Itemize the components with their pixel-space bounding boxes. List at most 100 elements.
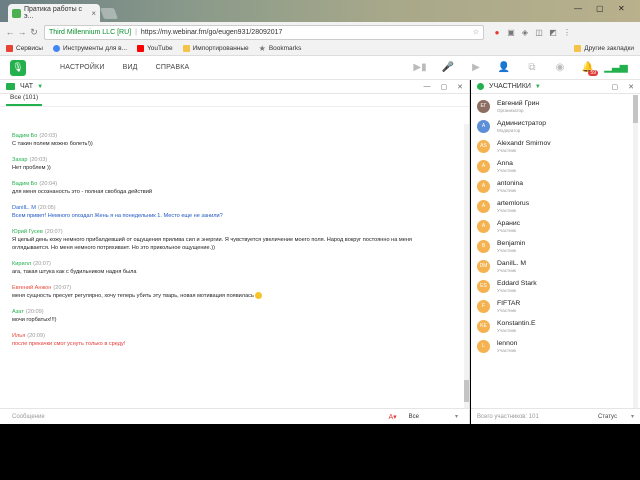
- chevron-down-icon[interactable]: ▼: [37, 84, 43, 90]
- back-icon[interactable]: ←: [4, 27, 16, 37]
- avatar: ES: [477, 279, 490, 293]
- message-author[interactable]: Вадим Бо: [12, 133, 37, 139]
- avatar: A: [477, 199, 490, 213]
- participant-role: Участник: [497, 167, 516, 173]
- participant-role: Участник: [497, 247, 516, 253]
- bookmark-bookmarks[interactable]: ★ Bookmarks: [259, 44, 302, 53]
- bookmark-imported[interactable]: Импортированные: [182, 45, 249, 52]
- minimize-icon[interactable]: —: [574, 4, 582, 13]
- chat-message: DaniIL. M (20:05) Всем привет! Немного оп…: [12, 204, 223, 220]
- opera-icon[interactable]: ●: [490, 28, 504, 37]
- tab-all[interactable]: Все (101): [6, 94, 43, 106]
- message-text: для меня осознаность это - полная свобод…: [12, 189, 152, 195]
- bookmark-youtube[interactable]: YouTube: [137, 45, 173, 52]
- recipient-select[interactable]: Все: [409, 414, 419, 420]
- apps-icon: [6, 45, 13, 52]
- close-window-icon[interactable]: ✕: [618, 4, 625, 13]
- add-user-icon[interactable]: 👤: [490, 62, 518, 73]
- panel-close-icon[interactable]: ✕: [628, 83, 634, 91]
- chat-message: Вадим Бо (20:03) С такин полем можно боле…: [12, 132, 93, 148]
- chat-message: Юрий Гусев (20:07) Я целый день кожу немн…: [12, 228, 412, 252]
- participant-name: DaniIL. M: [497, 259, 527, 267]
- chevron-down-icon[interactable]: ▾: [631, 413, 634, 420]
- participants-panel: УЧАСТНИКИ ▼ ▢ ✕ ЕГ Евгений Грин Организато…: [471, 80, 640, 424]
- message-author[interactable]: Вадим Бо: [12, 181, 37, 187]
- participant-row[interactable]: Llennon Участник: [471, 336, 633, 356]
- participant-row[interactable]: Aartemlorus Участник: [471, 196, 633, 216]
- scrollbar-thumb[interactable]: [633, 95, 638, 123]
- message-time: (20:07): [33, 261, 51, 267]
- message-time: (20:09): [25, 309, 44, 315]
- avatar: F: [477, 299, 490, 313]
- participant-row[interactable]: Aantonina Участник: [471, 176, 633, 196]
- record-icon[interactable]: ◉: [546, 62, 574, 73]
- screen-share-icon[interactable]: ⧉: [518, 62, 546, 73]
- microphone-icon[interactable]: 🎤: [434, 62, 462, 73]
- participant-row[interactable]: B Benjamin Участник: [471, 236, 633, 256]
- bookmark-services[interactable]: Сервисы: [6, 45, 43, 52]
- message-input[interactable]: Сообщение: [12, 414, 45, 420]
- participants-title[interactable]: УЧАСТНИКИ: [489, 83, 531, 90]
- menu-dots-icon[interactable]: ⋮: [560, 28, 574, 37]
- extension-icon-2[interactable]: ◈: [518, 28, 532, 37]
- text-format-icon[interactable]: A▾: [388, 413, 396, 421]
- notification-badge: 59: [588, 70, 598, 76]
- message-time: (20:07): [53, 285, 72, 291]
- menu-settings[interactable]: НАСТРОЙКИ: [60, 64, 105, 71]
- menu-view[interactable]: ВИД: [123, 64, 138, 71]
- participant-row[interactable]: A Аранис Участник: [471, 216, 633, 236]
- message-author[interactable]: DaniIL. M: [12, 205, 36, 211]
- participant-row[interactable]: DM DaniIL. M Участник: [471, 256, 633, 276]
- participant-role: Участник: [497, 267, 516, 273]
- participant-row[interactable]: ЕГ Евгений Грин Организатор: [471, 96, 633, 116]
- chevron-down-icon[interactable]: ▼: [535, 84, 541, 90]
- chat-header: ЧАТ ▼ — ▢ ✕: [0, 80, 469, 94]
- extension-icon-3[interactable]: ◫: [532, 28, 546, 37]
- participant-row[interactable]: ES Eddard Stark Участник: [471, 276, 633, 296]
- message-author[interactable]: Юрий Гусев: [12, 229, 43, 235]
- message-author[interactable]: Азат: [12, 309, 24, 315]
- forward-icon[interactable]: →: [16, 27, 28, 37]
- notifications-bell-icon[interactable]: 🔔 59: [574, 62, 602, 76]
- participants-scrollbar[interactable]: [633, 95, 638, 408]
- message-author[interactable]: Захар: [12, 157, 27, 163]
- reload-icon[interactable]: ↻: [28, 27, 40, 38]
- folder-icon: [182, 45, 190, 52]
- chat-title[interactable]: ЧАТ: [20, 83, 33, 90]
- chevron-down-icon[interactable]: ▾: [455, 413, 458, 420]
- panel-expand-icon[interactable]: ▢: [612, 83, 619, 91]
- webinar-logo-icon[interactable]: 🎙: [10, 59, 26, 76]
- scrollbar-thumb[interactable]: [464, 380, 469, 402]
- panel-close-icon[interactable]: ✕: [457, 83, 463, 91]
- participant-name: Администратор: [497, 119, 547, 127]
- participant-name: antonina: [497, 179, 524, 187]
- participant-row[interactable]: AS Alexandr Smirnov Участник: [471, 136, 633, 156]
- status-select[interactable]: Статус: [598, 414, 617, 420]
- panel-expand-icon[interactable]: ▢: [441, 83, 448, 91]
- message-author[interactable]: Илья: [12, 333, 25, 339]
- address-bar-row: ← → ↻ Third Millennium LLC [RU] | https:…: [0, 22, 640, 42]
- participant-row[interactable]: А Администратор Модератор: [471, 116, 633, 136]
- bookmark-star-icon[interactable]: ☆: [473, 28, 479, 36]
- chat-scrollbar[interactable]: [464, 124, 469, 408]
- menu-help[interactable]: СПРАВКА: [156, 64, 190, 71]
- tab-close-icon[interactable]: ×: [91, 9, 96, 18]
- bookmark-tools[interactable]: Инструменты для в...: [52, 45, 127, 52]
- message-author[interactable]: Евгений Анжон: [12, 285, 51, 291]
- extension-icon-4[interactable]: ◩: [546, 28, 560, 37]
- url-text: https://my.webinar.fm/go/eugen931/280920…: [140, 28, 283, 36]
- panel-minimize-icon[interactable]: —: [424, 83, 431, 91]
- other-bookmarks-label: Другие закладки: [584, 45, 634, 52]
- new-tab-button[interactable]: [99, 8, 119, 19]
- participant-row[interactable]: KE Konstantin.E Участник: [471, 316, 633, 336]
- media-icon[interactable]: ▶: [462, 62, 490, 73]
- browser-tab[interactable]: Пратика работы с э... ×: [8, 4, 100, 22]
- participant-row[interactable]: F FIFTAR Участник: [471, 296, 633, 316]
- maximize-icon[interactable]: ▢: [596, 4, 604, 13]
- message-author[interactable]: Кирилл: [12, 261, 31, 267]
- other-bookmarks[interactable]: Другие закладки: [574, 45, 634, 52]
- participant-row[interactable]: A Anna Участник: [471, 156, 633, 176]
- camera-icon[interactable]: ▶▮: [406, 62, 434, 73]
- omnibox[interactable]: Third Millennium LLC [RU] | https://my.w…: [44, 24, 484, 40]
- extension-icon[interactable]: ▣: [504, 28, 518, 37]
